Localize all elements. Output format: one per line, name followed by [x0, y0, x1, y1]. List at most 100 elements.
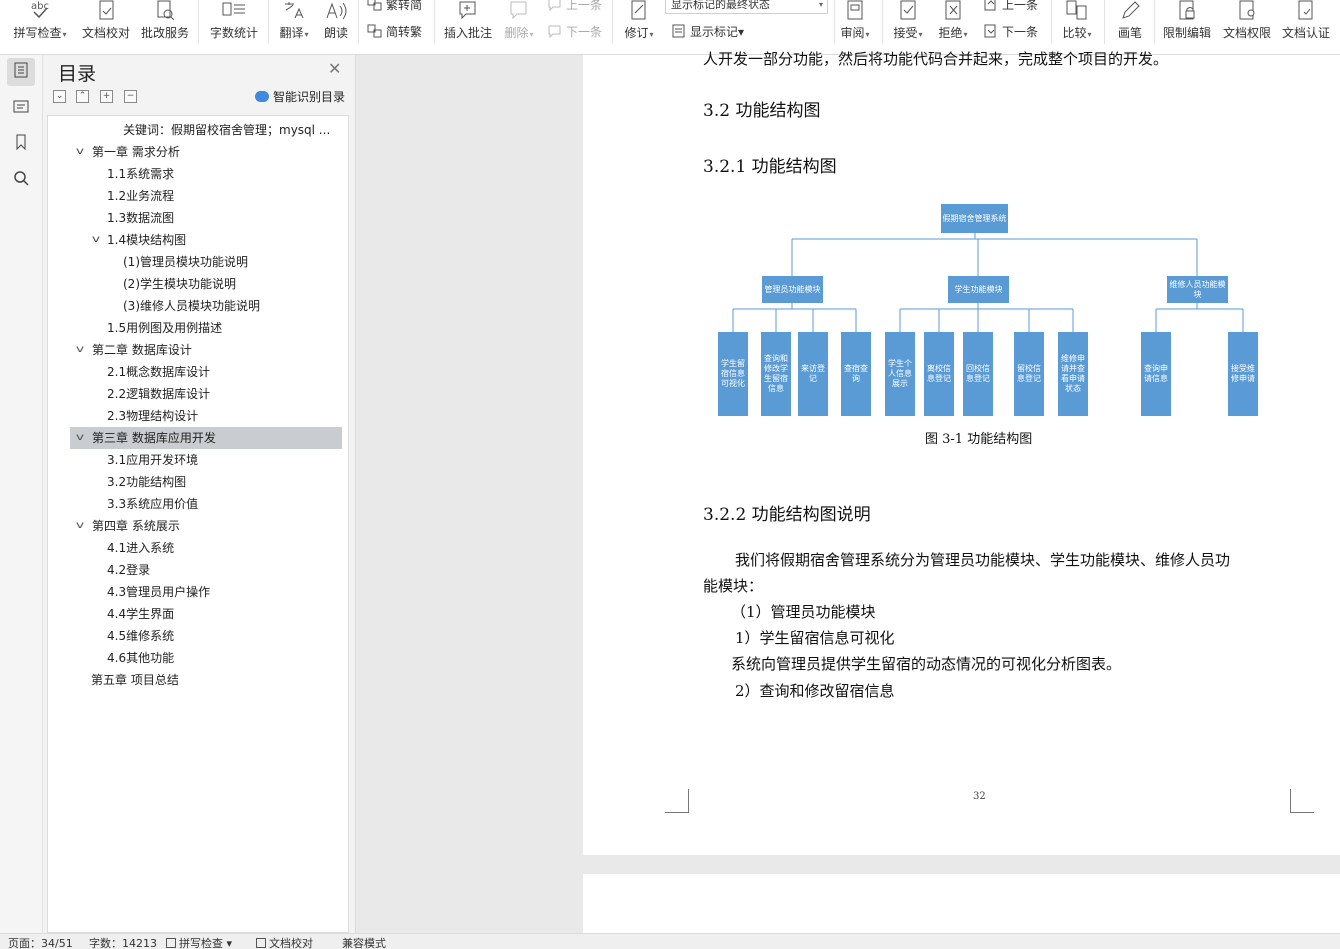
paragraph-line: 我们将假期宿舍管理系统分为管理员功能模块、学生功能模块、维修人员功 — [735, 551, 1231, 569]
doc-proof-toggle[interactable]: 文档校对 — [256, 938, 313, 949]
bookmark-icon — [13, 134, 29, 154]
ribbon-divider — [834, 0, 835, 44]
toc-item[interactable]: 1.5用例图及用例描述 — [107, 317, 222, 339]
prev-change-icon — [983, 0, 999, 11]
checkbox-icon — [256, 938, 266, 948]
toc-item[interactable]: 2.2逻辑数据库设计 — [107, 383, 210, 405]
compare-icon — [1058, 0, 1096, 22]
search-nav-button[interactable] — [7, 166, 35, 194]
toc-item[interactable]: 4.6其他功能 — [107, 647, 174, 669]
toc-icon — [13, 62, 29, 82]
toc-item[interactable]: v 第二章 数据库设计 — [73, 339, 343, 361]
toc-item-label: 2.3物理结构设计 — [107, 409, 199, 423]
document-canvas[interactable]: 人开发一部分功能，然后将功能代码合并起来，完成整个项目的开发。 3.2 功能结构… — [357, 50, 1340, 944]
word-count-button[interactable]: 字数统计 — [205, 0, 263, 42]
diagram-leaf-node: 查宿查询 — [841, 332, 871, 416]
prev-comment-button[interactable]: 上一条 — [547, 0, 602, 13]
delete-comment-button[interactable]: 删除▾ — [500, 0, 538, 42]
collapse-all-button[interactable]: ⌄ — [53, 90, 66, 103]
chevron-down-icon[interactable]: v — [76, 339, 84, 361]
chevron-down-icon[interactable]: v — [76, 427, 84, 449]
toc-item[interactable]: (3)维修人员模块功能说明 — [123, 295, 260, 317]
chapter-nav-button[interactable] — [7, 94, 35, 122]
close-icon[interactable]: ✕ — [328, 59, 341, 78]
diagram-module-node: 管理员功能模块 — [762, 276, 823, 303]
chevron-down-icon[interactable]: v — [76, 515, 84, 537]
toc-item[interactable]: 2.3物理结构设计 — [107, 405, 198, 427]
restrict-edit-button[interactable]: 限制编辑 — [1159, 0, 1215, 42]
markup-mode-select[interactable]: 显示标记的最终状态 ▾ — [665, 0, 828, 14]
toc-item-label: 4.2登录 — [107, 563, 151, 577]
trad-simp-icon — [367, 0, 383, 11]
toc-item-label: (2)学生模块功能说明 — [123, 277, 236, 291]
toc-item[interactable]: (1)管理员模块功能说明 — [123, 251, 248, 273]
review-button[interactable]: 审阅▾ — [836, 0, 874, 42]
diagram-leaf-node: 维修申请并查看申请状态 — [1058, 332, 1088, 416]
chevron-down-icon[interactable]: v — [92, 229, 100, 251]
revise-button[interactable]: 修订▾ — [619, 0, 659, 42]
toc-item-selected[interactable]: v 第三章 数据库应用开发 — [70, 427, 342, 449]
toc-item[interactable]: 4.5维修系统 — [107, 625, 174, 647]
accept-button[interactable]: 接受▾ — [889, 0, 927, 42]
bookmark-nav-button[interactable] — [7, 130, 35, 158]
doc-cert-button[interactable]: 文档认证 — [1278, 0, 1334, 42]
toc-item[interactable]: 4.2登录 — [107, 559, 150, 581]
show-markup-button[interactable]: 显示标记▾ — [671, 23, 744, 40]
translate-button[interactable]: 翻译▾ — [274, 0, 314, 42]
expand-up-button[interactable]: ⌃ — [76, 90, 89, 103]
insert-comment-button[interactable]: 插入批注 — [440, 0, 496, 42]
doc-cert-label: 文档认证 — [1281, 26, 1330, 40]
toc-item[interactable]: v 第四章 系统展示 — [73, 515, 343, 537]
toc-item-label: 1.1系统需求 — [107, 167, 175, 181]
diagram-leaf-node: 学生留宿信息可视化 — [718, 332, 748, 416]
toc-item[interactable]: 3.1应用开发环境 — [107, 449, 198, 471]
toc-item[interactable]: 2.1概念数据库设计 — [107, 361, 210, 383]
toc-item[interactable]: 关键词：假期留校宿舍管理；mysql ... — [123, 119, 343, 141]
navigation-strip — [0, 55, 43, 933]
page-indicator[interactable]: 页面：34/51 — [8, 938, 73, 949]
next-change-button[interactable]: 下一条 — [983, 23, 1038, 40]
figure-caption: 图 3-1 功能结构图 — [925, 432, 1033, 447]
diagram-root-node: 假期宿舍管理系统 — [941, 204, 1008, 233]
toc-item[interactable]: 3.3系统应用价值 — [107, 493, 198, 515]
compare-button[interactable]: 比较▾ — [1058, 0, 1096, 42]
toc-nav-button[interactable] — [7, 58, 35, 86]
read-aloud-button[interactable]: 朗读 — [318, 0, 354, 42]
toc-item-label: 4.5维修系统 — [107, 629, 175, 643]
accept-icon — [889, 0, 927, 22]
toc-item[interactable]: 3.2功能结构图 — [107, 471, 186, 493]
spellcheck-button[interactable]: abc 拼写检查▾ — [8, 0, 72, 42]
toc-item[interactable]: 1.2业务流程 — [107, 185, 174, 207]
body-text-line: 人开发一部分功能，然后将功能代码合并起来，完成整个项目的开发。 — [703, 50, 1169, 68]
chevron-down-icon[interactable]: v — [76, 141, 84, 163]
toc-item[interactable]: v 第一章 需求分析 — [73, 141, 343, 163]
delete-label: 删除 — [504, 26, 529, 40]
toc-item[interactable]: 1.1系统需求 — [107, 163, 174, 185]
toc-item[interactable]: 1.3数据流图 — [107, 207, 174, 229]
smart-toc-button[interactable]: 智能识别目录 — [255, 88, 345, 105]
trad-to-simp-button[interactable]: 繁转简 — [367, 0, 422, 13]
toc-item[interactable]: 4.3管理员用户操作 — [107, 581, 210, 603]
page-number: 32 — [973, 791, 986, 802]
doc-permission-label: 文档权限 — [1222, 26, 1271, 40]
word-count-indicator[interactable]: 字数：14213 — [89, 938, 157, 949]
doc-permission-button[interactable]: 文档权限 — [1219, 0, 1275, 42]
document-page[interactable]: 人开发一部分功能，然后将功能代码合并起来，完成整个项目的开发。 3.2 功能结构… — [583, 50, 1340, 855]
add-level-button[interactable]: + — [100, 90, 113, 103]
correction-service-button[interactable]: 批改服务 — [137, 0, 193, 42]
toc-item[interactable]: (2)学生模块功能说明 — [123, 273, 236, 295]
next-comment-button[interactable]: 下一条 — [547, 23, 602, 40]
toc-item[interactable]: 4.1进入系统 — [107, 537, 174, 559]
toc-item[interactable]: v 1.4模块结构图 — [89, 229, 343, 251]
doc-proof-status-label: 文档校对 — [269, 937, 313, 949]
toc-item[interactable]: 4.4学生界面 — [107, 603, 174, 625]
doc-proof-button[interactable]: 文档校对 — [78, 0, 134, 42]
reject-button[interactable]: 拒绝▾ — [934, 0, 972, 42]
spellcheck-toggle[interactable]: 拼写检查 ▾ — [166, 938, 232, 949]
prev-change-button[interactable]: 上一条 — [983, 0, 1038, 13]
remove-level-button[interactable]: − — [124, 90, 137, 103]
simp-to-trad-button[interactable]: 简转繁 — [367, 23, 422, 40]
toc-item[interactable]: 第五章 项目总结 — [91, 669, 179, 691]
pen-button[interactable]: 画笔 — [1110, 0, 1150, 42]
word-count-label: 字数统计 — [209, 26, 258, 40]
